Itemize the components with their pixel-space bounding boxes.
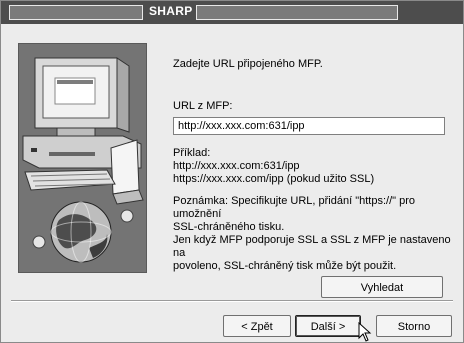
url-input[interactable] — [173, 117, 445, 135]
computer-globe-illustration — [18, 43, 147, 273]
instruction-text: Zadejte URL připojeného MFP. — [173, 58, 323, 70]
cancel-button[interactable]: Storno — [376, 315, 452, 337]
back-button[interactable]: < Zpět — [223, 315, 291, 337]
title-bar-decoration-left — [9, 5, 143, 20]
window-title: SHARP — [149, 4, 193, 18]
footer-separator — [11, 300, 453, 302]
note-text: Poznámka: Specifikujte URL, přidání "htt… — [173, 195, 451, 272]
illustration-graphic — [22, 57, 144, 263]
url-label: URL z MFP: — [173, 100, 233, 112]
example-text: Příklad: http://xxx.xxx.com:631/ipp http… — [173, 147, 375, 185]
mouse-pointer-icon — [358, 322, 372, 342]
search-button[interactable]: Vyhledat — [321, 276, 443, 298]
dialog-window: SHARP Zadejte URL připojeného MFP. URL z… — [0, 0, 464, 343]
title-bar: SHARP — [1, 1, 463, 24]
title-bar-decoration-right — [196, 5, 398, 20]
next-button[interactable]: Další > — [295, 315, 361, 337]
